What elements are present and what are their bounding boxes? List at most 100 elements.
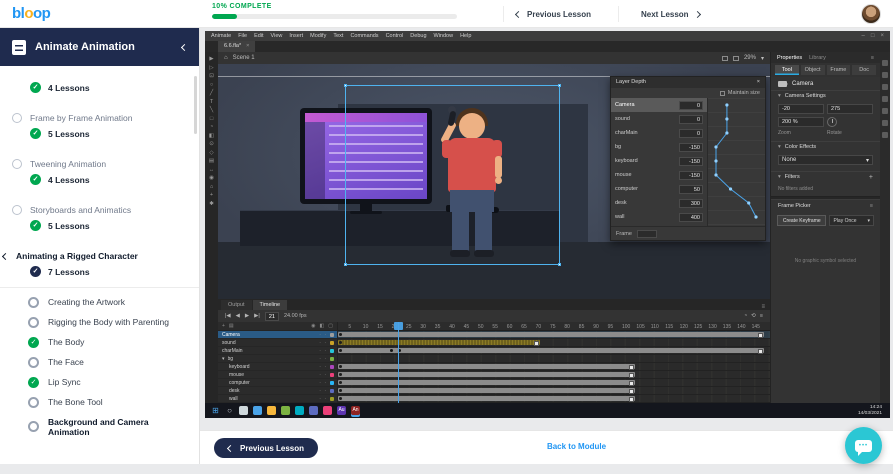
timeline-layer[interactable]: mouse· · <box>218 371 337 379</box>
animate-icon[interactable]: An <box>351 406 360 415</box>
layer-depth-row[interactable]: desk300 <box>611 196 707 210</box>
bloop-logo[interactable]: bloop <box>12 5 50 22</box>
maximize-icon[interactable]: □ <box>871 33 875 39</box>
camera-rotate-field[interactable]: 275 <box>827 104 873 114</box>
selection-tool[interactable]: ▶ <box>209 56 213 63</box>
timeline-layer[interactable]: sound· · <box>218 339 337 347</box>
selection-handle[interactable] <box>558 263 561 266</box>
timeline-layer[interactable]: ▾bg· · <box>218 355 337 363</box>
back-to-module-link[interactable]: Back to Module <box>260 442 893 451</box>
camera-tool[interactable]: ◉ <box>209 175 214 182</box>
file-explorer-icon[interactable] <box>267 406 276 415</box>
menu-window[interactable]: Window <box>434 33 454 39</box>
panel-menu-icon[interactable]: ≡ <box>870 203 873 209</box>
module-item[interactable]: Frame by Frame Animation <box>12 113 187 123</box>
layer-depth-row[interactable]: computer50 <box>611 182 707 196</box>
caret-down-icon[interactable]: ▾ <box>222 356 225 362</box>
timeline-layer[interactable]: keyboard· · <box>218 363 337 371</box>
previous-lesson-button[interactable]: Previous Lesson <box>516 0 591 28</box>
layer-depth-row[interactable]: keyboard-150 <box>611 154 707 168</box>
timeline-options-icon[interactable]: ≡ <box>760 313 763 319</box>
filters-section[interactable]: ▾ Filters + <box>771 171 880 182</box>
layer-depth-value[interactable]: 400 <box>679 213 703 222</box>
layer-depth-value[interactable]: 0 <box>679 115 703 124</box>
previous-frame-button[interactable]: ◀ <box>236 313 240 319</box>
panel-icon[interactable] <box>882 120 888 126</box>
close-panel-icon[interactable]: × <box>757 77 760 88</box>
onion-skin-icon[interactable]: ◔ <box>744 313 747 319</box>
timeline-layer[interactable]: computer· · <box>218 379 337 387</box>
camera-settings-section[interactable]: ▾ Camera Settings <box>771 90 880 101</box>
selection-handle[interactable] <box>344 263 347 266</box>
camera-position-field[interactable]: -20 <box>778 104 824 114</box>
panel-icon[interactable] <box>882 60 888 66</box>
app-pink-icon[interactable] <box>323 406 332 415</box>
pencil-tool[interactable]: ◔ <box>210 124 213 131</box>
line-tool[interactable]: ╲ <box>210 107 213 114</box>
properties-tab-object[interactable]: Object <box>801 65 825 75</box>
last-frame-button[interactable]: ▶| <box>254 313 260 319</box>
timeline-track[interactable] <box>338 355 770 363</box>
lock-all-icon[interactable]: ◧ <box>320 323 325 329</box>
menu-text[interactable]: Text <box>333 33 343 39</box>
add-filter-icon[interactable]: + <box>869 174 873 181</box>
module-item[interactable]: Storyboards and Animatics <box>12 205 187 215</box>
subselection-tool[interactable]: ▷ <box>209 65 213 72</box>
sidebar-scrollbar[interactable] <box>194 76 197 134</box>
layer-visibility-dots[interactable]: · · <box>319 340 327 346</box>
app-indigo-icon[interactable] <box>309 406 318 415</box>
menu-animate[interactable]: Animate <box>211 33 231 39</box>
panel-icon[interactable] <box>882 84 888 90</box>
module-item-active[interactable]: Animating a Rigged Character <box>12 251 187 261</box>
menu-modify[interactable]: Modify <box>310 33 326 39</box>
new-folder-icon[interactable]: ▤ <box>229 323 234 329</box>
current-frame-field[interactable]: 21 <box>265 312 279 321</box>
edge-browser-icon[interactable] <box>253 406 262 415</box>
rotate-dial[interactable] <box>827 117 837 127</box>
first-frame-button[interactable]: |◀ <box>225 313 231 319</box>
lesson-item[interactable]: The Face <box>0 352 199 372</box>
layer-visibility-dots[interactable]: · · <box>319 348 327 354</box>
close-tab-icon[interactable]: × <box>246 41 249 52</box>
eyedropper-tool[interactable]: ▤ <box>209 158 214 165</box>
menu-insert[interactable]: Insert <box>289 33 303 39</box>
timeline-track[interactable] <box>338 363 770 371</box>
panel-menu-icon[interactable]: ≡ <box>761 304 770 310</box>
center-stage-icon[interactable] <box>722 56 728 61</box>
timeline-track[interactable] <box>338 387 770 395</box>
timeline-track[interactable] <box>338 379 770 387</box>
library-tab[interactable]: Library <box>809 55 826 61</box>
output-tab[interactable]: Output <box>221 300 252 310</box>
close-icon[interactable]: × <box>880 33 884 39</box>
menu-debug[interactable]: Debug <box>410 33 426 39</box>
menu-edit[interactable]: Edit <box>254 33 263 39</box>
lesson-item[interactable]: ✓The Body <box>0 332 199 352</box>
fps-label[interactable]: 24.00 fps <box>284 313 307 319</box>
color-effect-select[interactable]: None ▾ <box>778 155 873 165</box>
options[interactable]: ✱ <box>209 201 214 208</box>
timeline-layer[interactable]: charMain· · <box>218 347 337 355</box>
free-transform-tool[interactable]: ⊡ <box>209 73 214 80</box>
timeline-track[interactable] <box>338 331 770 339</box>
maintain-size-checkbox[interactable] <box>720 91 725 96</box>
lesson-item[interactable]: Rigging the Body with Parenting <box>0 312 199 332</box>
properties-tab-tool[interactable]: Tool <box>775 65 799 75</box>
layer-visibility-dots[interactable]: · · <box>319 388 327 394</box>
zoom-tool[interactable]: + <box>210 192 213 199</box>
outline-all-icon[interactable]: ▢ <box>328 323 333 329</box>
selection-bounding-box[interactable] <box>345 85 560 265</box>
panel-icon[interactable] <box>882 96 888 102</box>
lasso-tool[interactable]: ○ <box>210 82 213 89</box>
layer-visibility-dots[interactable]: · · <box>319 364 327 370</box>
text-tool[interactable]: T <box>210 99 213 106</box>
app-teal-icon[interactable] <box>295 406 304 415</box>
user-avatar[interactable] <box>861 4 881 24</box>
timeline-track[interactable] <box>338 395 770 403</box>
layer-depth-value[interactable]: -150 <box>679 171 703 180</box>
taskbar-clock[interactable]: 14:24 14/03/2021 <box>858 405 884 417</box>
panel-menu-icon[interactable]: ≡ <box>871 55 874 61</box>
selection-handle[interactable] <box>558 84 561 87</box>
browser-icon[interactable] <box>281 406 290 415</box>
layer-visibility-dots[interactable]: · · <box>319 396 327 402</box>
timeline-layer[interactable]: desk· · <box>218 387 337 395</box>
